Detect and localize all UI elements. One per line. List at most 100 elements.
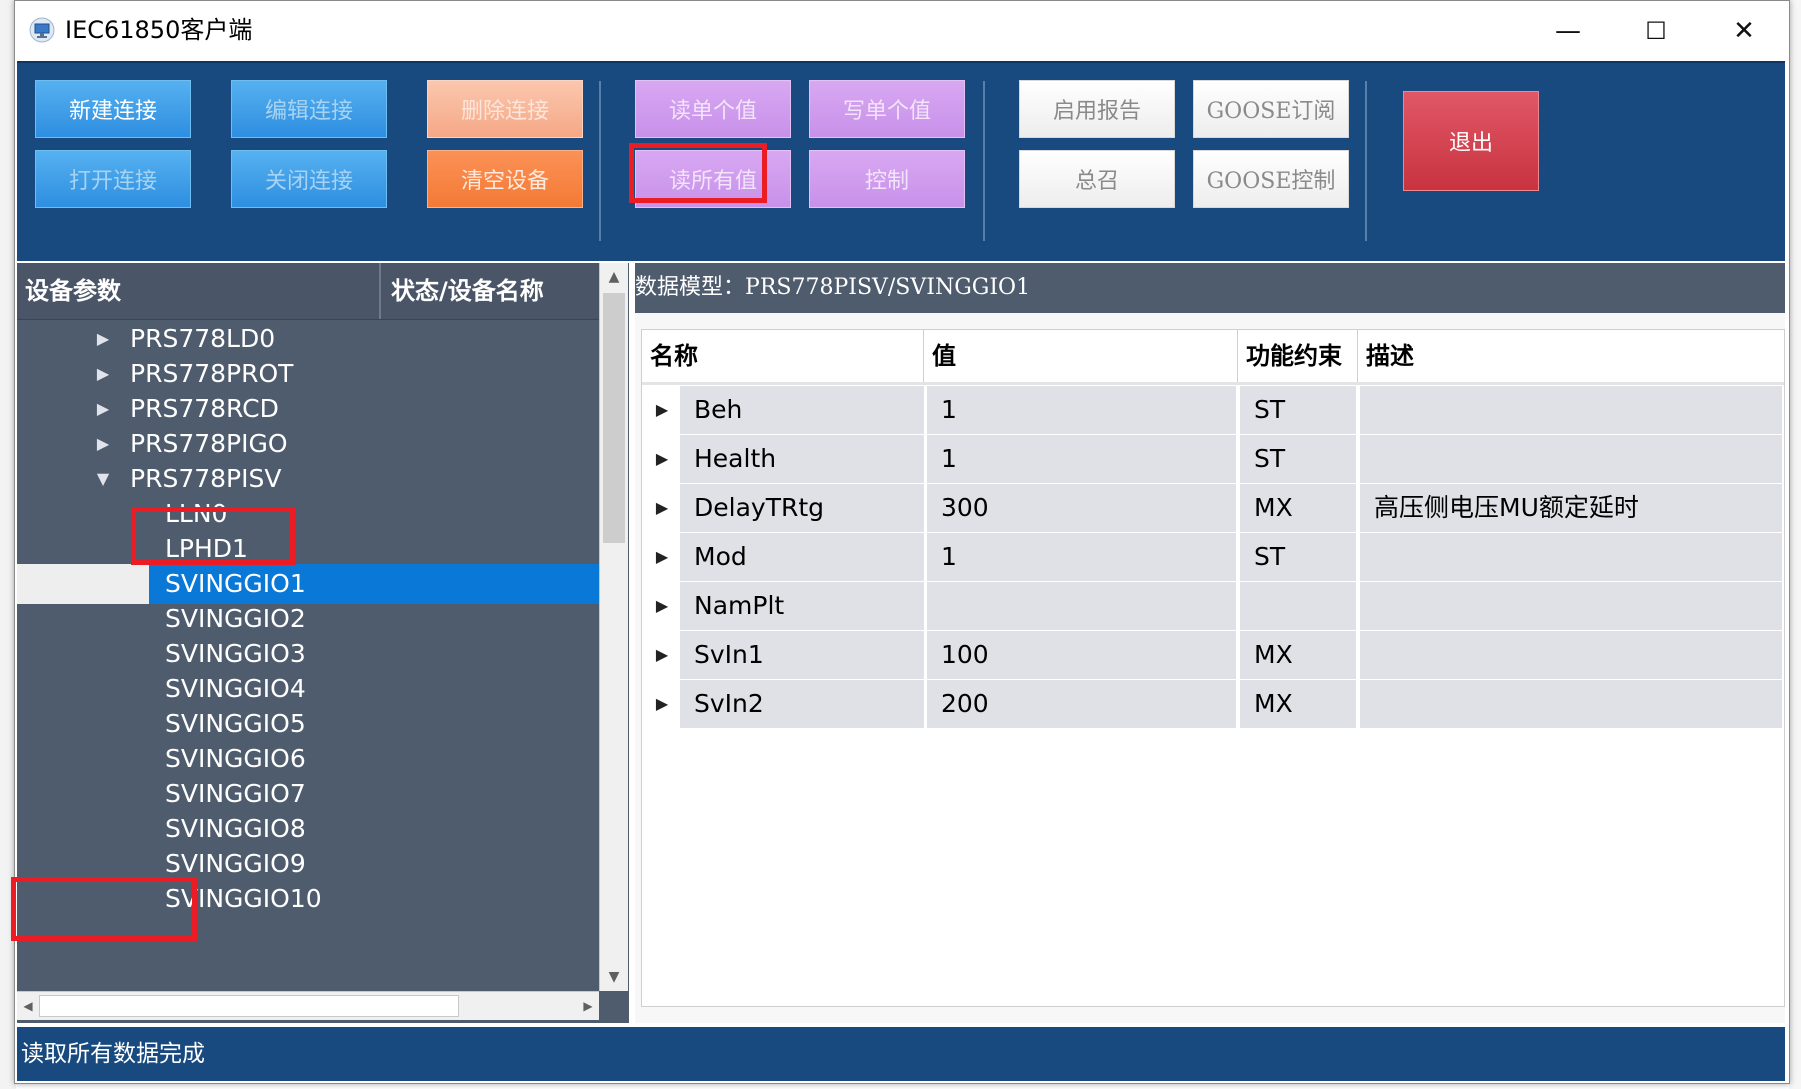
cell-value[interactable] <box>927 582 1236 630</box>
column-header-description[interactable]: 描述 <box>1358 330 1784 382</box>
collapse-arrow-icon[interactable]: ▼ <box>93 459 113 499</box>
column-header-fc[interactable]: 功能约束 <box>1238 330 1358 382</box>
scroll-right-arrow-icon[interactable]: ▶ <box>577 992 599 1020</box>
scroll-left-arrow-icon[interactable]: ◀ <box>17 992 39 1020</box>
tree-node[interactable]: SVINGGIO5 <box>17 704 599 744</box>
control-button[interactable]: 控制 <box>809 150 965 208</box>
tree-node[interactable]: ▶ PRS778PIGO <box>17 424 599 464</box>
column-header-name[interactable]: 名称 <box>642 330 924 382</box>
scroll-up-arrow-icon[interactable]: ▲ <box>600 263 628 291</box>
goose-control-button[interactable]: GOOSE控制 <box>1193 150 1349 208</box>
cell-description[interactable] <box>1360 533 1782 581</box>
tree-vertical-scrollbar[interactable]: ▲ ▼ <box>599 263 628 991</box>
cell-name[interactable]: DelayTRtg <box>680 484 924 532</box>
row-expand-icon[interactable]: ▶ <box>642 435 682 483</box>
row-expand-icon[interactable]: ▶ <box>642 386 682 434</box>
tree-node[interactable]: SVINGGIO1 <box>17 564 599 604</box>
cell-value[interactable]: 200 <box>927 680 1236 728</box>
cell-fc[interactable]: ST <box>1240 386 1356 434</box>
cell-description[interactable] <box>1360 680 1782 728</box>
expand-arrow-icon[interactable]: ▶ <box>93 319 113 359</box>
cell-value[interactable]: 1 <box>927 533 1236 581</box>
cell-description[interactable] <box>1360 582 1782 630</box>
header-underline <box>642 382 1784 385</box>
scrollbar-thumb-horizontal[interactable] <box>39 995 459 1017</box>
grid-row[interactable]: ▶ DelayTRtg 300 MX 高压侧电压MU额定延时 <box>642 484 1784 536</box>
tree-node[interactable]: SVINGGIO10 <box>17 879 599 919</box>
edit-connection-button[interactable]: 编辑连接 <box>231 80 387 138</box>
row-expand-icon[interactable]: ▶ <box>642 582 682 630</box>
cell-fc[interactable]: ST <box>1240 533 1356 581</box>
cell-name[interactable]: Beh <box>680 386 924 434</box>
tree-node-label: PRS778PIGO <box>130 429 288 458</box>
tree-node[interactable]: SVINGGIO8 <box>17 809 599 849</box>
cell-fc[interactable]: MX <box>1240 631 1356 679</box>
expand-arrow-icon[interactable]: ▶ <box>93 354 113 394</box>
grid-row[interactable]: ▶ Beh 1 ST <box>642 386 1784 438</box>
grid-row[interactable]: ▶ Health 1 ST <box>642 435 1784 487</box>
tree-node[interactable]: SVINGGIO6 <box>17 739 599 779</box>
cell-fc[interactable]: ST <box>1240 435 1356 483</box>
exit-button[interactable]: 退出 <box>1403 91 1539 191</box>
cell-description[interactable] <box>1360 631 1782 679</box>
tree-node-label: SVINGGIO1 <box>165 569 306 598</box>
delete-connection-button[interactable]: 删除连接 <box>427 80 583 138</box>
maximize-button[interactable]: ☐ <box>1611 1 1701 61</box>
row-expand-icon[interactable]: ▶ <box>642 631 682 679</box>
open-connection-button[interactable]: 打开连接 <box>35 150 191 208</box>
close-button[interactable]: ✕ <box>1699 1 1789 61</box>
tree-node[interactable]: SVINGGIO3 <box>17 634 599 674</box>
grid-row[interactable]: ▶ SvIn2 200 MX <box>642 680 1784 732</box>
cell-description[interactable] <box>1360 435 1782 483</box>
grid-row[interactable]: ▶ NamPlt <box>642 582 1784 634</box>
tree-horizontal-scrollbar[interactable]: ◀ ▶ <box>17 991 599 1020</box>
read-single-value-button[interactable]: 读单个值 <box>635 80 791 138</box>
tree-node-label: SVINGGIO7 <box>165 779 306 808</box>
cell-name[interactable]: SvIn1 <box>680 631 924 679</box>
tree-node[interactable]: SVINGGIO2 <box>17 599 599 639</box>
tree-node[interactable]: LPHD1 <box>17 529 599 569</box>
row-expand-icon[interactable]: ▶ <box>642 533 682 581</box>
scrollbar-thumb[interactable] <box>603 293 625 543</box>
row-expand-icon[interactable]: ▶ <box>642 680 682 728</box>
read-all-values-button[interactable]: 读所有值 <box>635 150 791 208</box>
general-call-button[interactable]: 总召 <box>1019 150 1175 208</box>
cell-value[interactable]: 100 <box>927 631 1236 679</box>
tree-node[interactable]: SVINGGIO9 <box>17 844 599 884</box>
tree-node[interactable]: LLN0 <box>17 494 599 534</box>
cell-name[interactable]: Health <box>680 435 924 483</box>
cell-value[interactable]: 300 <box>927 484 1236 532</box>
tree-node[interactable]: SVINGGIO7 <box>17 774 599 814</box>
header-status-device-name[interactable]: 状态/设备名称 <box>391 263 544 319</box>
tree-node[interactable]: ▶ PRS778RCD <box>17 389 599 429</box>
cell-name[interactable]: Mod <box>680 533 924 581</box>
tree-node[interactable]: ▶ PRS778LD0 <box>17 319 599 359</box>
close-connection-button[interactable]: 关闭连接 <box>231 150 387 208</box>
cell-description[interactable]: 高压侧电压MU额定延时 <box>1360 484 1782 532</box>
header-device-params[interactable]: 设备参数 <box>25 263 121 319</box>
enable-report-button[interactable]: 启用报告 <box>1019 80 1175 138</box>
expand-arrow-icon[interactable]: ▶ <box>93 424 113 464</box>
expand-arrow-icon[interactable]: ▶ <box>93 389 113 429</box>
cell-description[interactable] <box>1360 386 1782 434</box>
cell-value[interactable]: 1 <box>927 435 1236 483</box>
column-header-value[interactable]: 值 <box>924 330 1238 382</box>
tree-node[interactable]: ▼ PRS778PISV <box>17 459 599 499</box>
cell-name[interactable]: SvIn2 <box>680 680 924 728</box>
cell-fc[interactable]: MX <box>1240 680 1356 728</box>
goose-subscribe-button[interactable]: GOOSE订阅 <box>1193 80 1349 138</box>
cell-fc[interactable] <box>1240 582 1356 630</box>
grid-row[interactable]: ▶ SvIn1 100 MX <box>642 631 1784 683</box>
cell-name[interactable]: NamPlt <box>680 582 924 630</box>
tree-node[interactable]: SVINGGIO4 <box>17 669 599 709</box>
clear-devices-button[interactable]: 清空设备 <box>427 150 583 208</box>
cell-value[interactable]: 1 <box>927 386 1236 434</box>
row-expand-icon[interactable]: ▶ <box>642 484 682 532</box>
new-connection-button[interactable]: 新建连接 <box>35 80 191 138</box>
grid-row[interactable]: ▶ Mod 1 ST <box>642 533 1784 585</box>
write-single-value-button[interactable]: 写单个值 <box>809 80 965 138</box>
scroll-down-arrow-icon[interactable]: ▼ <box>600 963 628 991</box>
tree-node[interactable]: ▶ PRS778PROT <box>17 354 599 394</box>
cell-fc[interactable]: MX <box>1240 484 1356 532</box>
minimize-button[interactable]: — <box>1523 1 1613 61</box>
